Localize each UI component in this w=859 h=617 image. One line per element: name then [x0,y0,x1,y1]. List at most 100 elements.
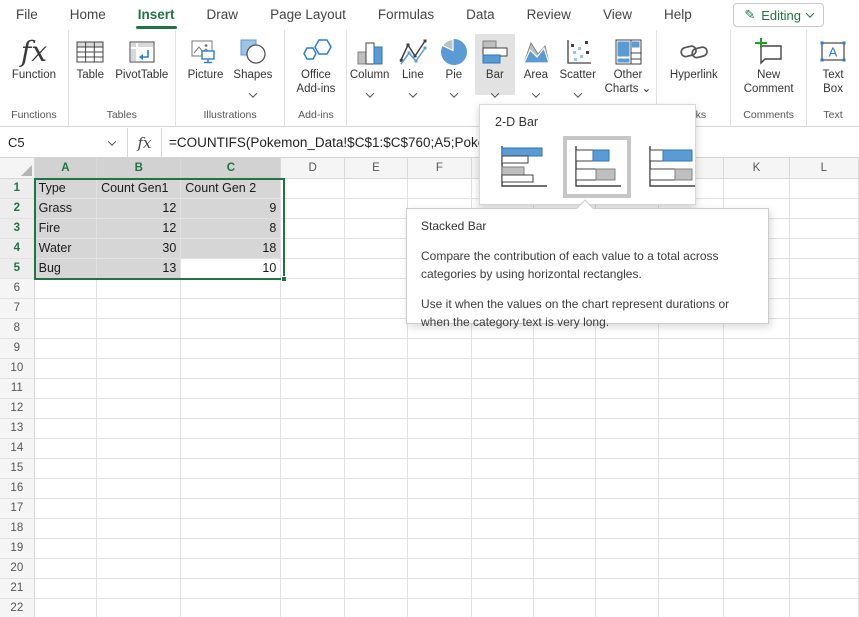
cell-D12[interactable] [281,399,344,419]
cell-C6[interactable] [181,279,281,299]
cell-H13[interactable] [534,419,596,439]
cell-C10[interactable] [181,359,281,379]
cell-A21[interactable] [35,579,97,599]
cell-I20[interactable] [596,559,658,579]
cell-F22[interactable] [408,599,471,617]
picture-button[interactable]: Picture [183,34,229,84]
cell-D1[interactable] [281,179,344,199]
cell-H17[interactable] [534,499,596,519]
cell-I13[interactable] [596,419,658,439]
cell-L16[interactable] [790,479,859,499]
cell-G15[interactable] [472,459,534,479]
cell-K18[interactable] [724,519,789,539]
cell-F14[interactable] [408,439,471,459]
cell-C8[interactable] [181,319,281,339]
cell-I17[interactable] [596,499,658,519]
cell-D8[interactable] [281,319,344,339]
column-chart-button[interactable]: Column [347,34,391,95]
cell-L20[interactable] [790,559,859,579]
cell-F9[interactable] [408,339,471,359]
cell-I21[interactable] [596,579,658,599]
insert-function-icon[interactable]: fx [128,128,162,157]
tab-home[interactable]: Home [54,0,122,30]
cell-I9[interactable] [596,339,658,359]
cell-A1[interactable]: Type [35,179,97,199]
cell-G21[interactable] [472,579,534,599]
cell-I14[interactable] [596,439,658,459]
cell-D7[interactable] [281,299,344,319]
cell-D18[interactable] [281,519,344,539]
cell-G10[interactable] [472,359,534,379]
row-header-5[interactable]: 5 [0,259,35,279]
cell-H10[interactable] [534,359,596,379]
cell-A18[interactable] [35,519,97,539]
cell-L10[interactable] [790,359,859,379]
row-header-7[interactable]: 7 [0,299,35,319]
scatter-chart-button[interactable]: Scatter [557,34,599,95]
function-button[interactable]: fx Function [7,34,61,84]
cell-L1[interactable] [790,179,859,199]
cell-L8[interactable] [790,319,859,339]
row-header-12[interactable]: 12 [0,399,35,419]
cell-B4[interactable]: 30 [97,239,181,259]
cell-A10[interactable] [35,359,97,379]
row-header-14[interactable]: 14 [0,439,35,459]
cell-L5[interactable] [790,259,859,279]
cell-K16[interactable] [724,479,789,499]
cell-D9[interactable] [281,339,344,359]
cell-A13[interactable] [35,419,97,439]
cell-L21[interactable] [790,579,859,599]
cell-D5[interactable] [281,259,344,279]
cell-E19[interactable] [345,539,408,559]
cell-F12[interactable] [408,399,471,419]
row-header-16[interactable]: 16 [0,479,35,499]
hyperlink-button[interactable]: Hyperlink [665,34,723,84]
hundred-percent-stacked-bar-option[interactable] [637,136,705,198]
cell-E1[interactable] [345,179,408,199]
cell-B14[interactable] [97,439,181,459]
cell-C3[interactable]: 8 [181,219,281,239]
cell-C4[interactable]: 18 [181,239,281,259]
clustered-bar-option[interactable] [489,136,557,198]
row-header-21[interactable]: 21 [0,579,35,599]
cell-D19[interactable] [281,539,344,559]
cell-L22[interactable] [790,599,859,617]
cell-G12[interactable] [472,399,534,419]
cell-J22[interactable] [659,599,724,617]
cell-H9[interactable] [534,339,596,359]
bar-chart-button[interactable]: Bar [475,34,515,95]
row-header-4[interactable]: 4 [0,239,35,259]
cell-A12[interactable] [35,399,97,419]
cell-I15[interactable] [596,459,658,479]
row-header-6[interactable]: 6 [0,279,35,299]
column-header-A[interactable]: A [35,158,97,179]
cell-B15[interactable] [97,459,181,479]
cell-E16[interactable] [345,479,408,499]
cell-F15[interactable] [408,459,471,479]
row-header-13[interactable]: 13 [0,419,35,439]
cell-C14[interactable] [181,439,281,459]
cell-C22[interactable] [181,599,281,617]
cell-L2[interactable] [790,199,859,219]
cell-A4[interactable]: Water [35,239,97,259]
cell-K1[interactable] [724,179,789,199]
column-header-D[interactable]: D [281,158,344,179]
cell-H12[interactable] [534,399,596,419]
cell-E4[interactable] [345,239,408,259]
cell-H22[interactable] [534,599,596,617]
cell-E3[interactable] [345,219,408,239]
cell-L7[interactable] [790,299,859,319]
tab-draw[interactable]: Draw [191,0,255,30]
row-header-18[interactable]: 18 [0,519,35,539]
column-header-K[interactable]: K [724,158,789,179]
cell-C21[interactable] [181,579,281,599]
cell-H16[interactable] [534,479,596,499]
tab-review[interactable]: Review [511,0,587,30]
cell-D4[interactable] [281,239,344,259]
cell-J18[interactable] [659,519,724,539]
line-chart-button[interactable]: Line [393,34,433,95]
cell-B8[interactable] [97,319,181,339]
cell-A14[interactable] [35,439,97,459]
row-header-10[interactable]: 10 [0,359,35,379]
column-header-B[interactable]: B [97,158,181,179]
